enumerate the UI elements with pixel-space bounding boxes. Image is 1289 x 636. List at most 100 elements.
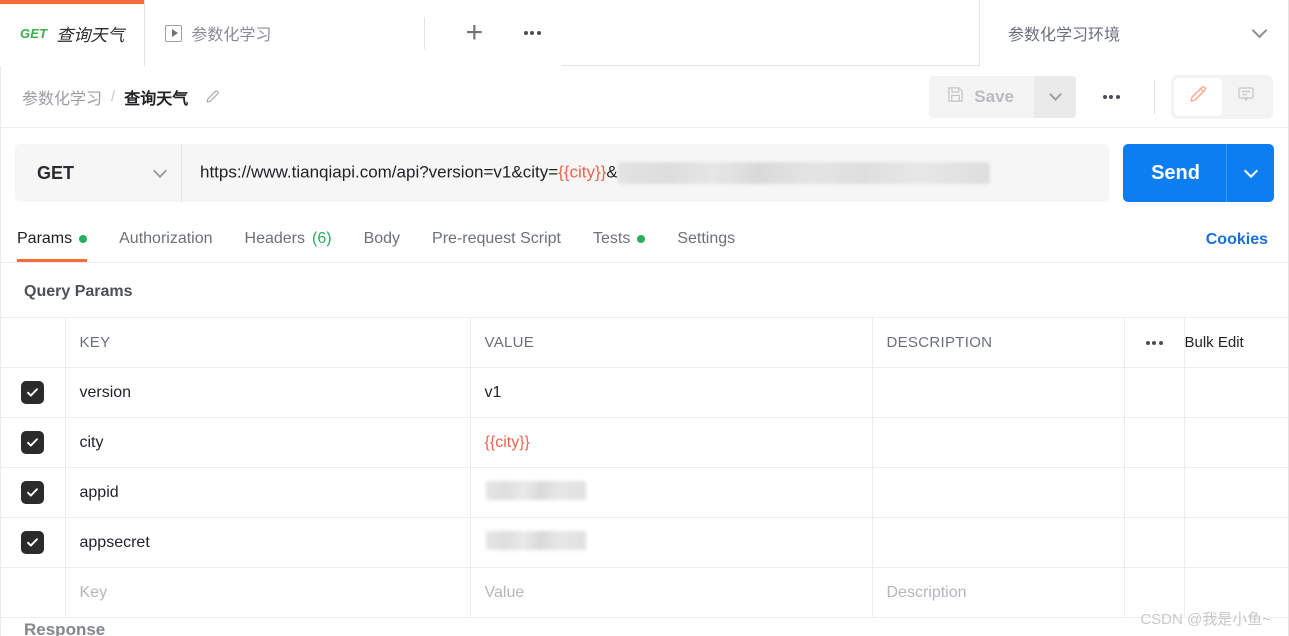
cookies-link[interactable]: Cookies xyxy=(1206,231,1274,249)
row-description[interactable] xyxy=(872,467,1125,518)
row-spacer-cell xyxy=(1184,417,1289,468)
query-params-title: Query Params xyxy=(24,283,133,300)
tab-title-label: 查询天气 xyxy=(56,25,125,45)
row-description[interactable] xyxy=(872,367,1125,418)
ellipsis-icon xyxy=(523,31,541,35)
table-row: version v1 xyxy=(0,367,1289,418)
runner-play-icon xyxy=(165,24,183,42)
tab-headers-label: Headers xyxy=(244,230,305,247)
tab-body-label: Body xyxy=(363,230,401,247)
ellipsis-icon xyxy=(1102,94,1120,99)
tab-pre-request-script-label: Pre-request Script xyxy=(432,230,561,247)
ellipsis-icon xyxy=(1125,340,1184,345)
request-tab-parameterization[interactable]: 参数化学习 xyxy=(145,0,446,66)
row-checkbox-cell[interactable] xyxy=(0,517,66,568)
row-spacer-cell xyxy=(1124,367,1185,418)
redacted-value xyxy=(485,480,586,500)
tab-authorization[interactable]: Authorization xyxy=(103,216,228,262)
table-row: appid xyxy=(0,467,1289,518)
row-value[interactable]: v1 xyxy=(470,367,873,418)
chevron-down-icon xyxy=(152,163,168,178)
bulk-edit-button[interactable]: Bulk Edit xyxy=(1184,317,1289,368)
pencil-icon xyxy=(1187,83,1209,110)
tab-strip-filler xyxy=(561,0,980,65)
row-checkbox-cell[interactable] xyxy=(0,567,66,618)
url-input[interactable]: https://www.tianqiapi.com/api?version=v1… xyxy=(181,144,1110,202)
url-suffix: & xyxy=(606,162,618,182)
save-button[interactable]: Save xyxy=(929,75,1034,118)
header-value: VALUE xyxy=(470,317,873,368)
request-tab-query-weather[interactable]: GET 查询天气 xyxy=(0,0,146,66)
row-checkbox[interactable] xyxy=(20,531,44,554)
tab-authorization-label: Authorization xyxy=(119,230,213,247)
save-options-button[interactable] xyxy=(1034,75,1076,118)
header-key: KEY xyxy=(65,317,471,368)
request-more-button[interactable] xyxy=(1084,76,1138,118)
params-modified-dot-icon xyxy=(79,235,88,243)
row-key[interactable]: appsecret xyxy=(65,517,471,568)
chevron-down-icon xyxy=(1243,163,1258,178)
table-options-button[interactable] xyxy=(1124,317,1185,368)
row-checkbox[interactable] xyxy=(20,481,44,504)
new-description-input[interactable]: Description xyxy=(872,567,1125,618)
url-bar: GET https://www.tianqiapi.com/api?versio… xyxy=(0,128,1289,217)
save-button-group: Save xyxy=(929,75,1076,118)
tab-tests-label: Tests xyxy=(592,230,631,247)
pencil-icon[interactable] xyxy=(204,88,221,105)
tab-tests[interactable]: Tests xyxy=(577,216,661,262)
environment-selector[interactable]: 参数化学习环境 xyxy=(980,0,1289,66)
row-key[interactable]: city xyxy=(65,417,471,468)
tab-title-label: 参数化学习 xyxy=(191,27,272,44)
new-key-input[interactable]: Key xyxy=(65,567,471,618)
tab-settings[interactable]: Settings xyxy=(661,216,751,262)
query-params-table: KEY VALUE DESCRIPTION Bulk Edit version … xyxy=(0,317,1289,618)
new-value-input[interactable]: Value xyxy=(470,567,873,618)
tab-pre-request-script[interactable]: Pre-request Script xyxy=(416,216,577,262)
row-description[interactable] xyxy=(872,417,1125,468)
url-text: https://www.tianqiapi.com/api?version=v1… xyxy=(200,162,990,184)
row-key[interactable]: appid xyxy=(65,467,471,518)
tab-headers-count: (6) xyxy=(312,230,332,247)
http-method-label: GET xyxy=(37,162,75,183)
view-toggle-group xyxy=(1171,74,1273,119)
tab-body[interactable]: Body xyxy=(348,216,416,262)
comments-button[interactable] xyxy=(1222,78,1270,116)
tab-headers[interactable]: Headers (6) xyxy=(229,216,348,262)
tab-params[interactable]: Params xyxy=(15,216,103,262)
chevron-down-icon xyxy=(1048,87,1062,101)
row-spacer-cell xyxy=(1124,517,1185,568)
row-key[interactable]: version xyxy=(65,367,471,418)
window-left-border xyxy=(0,66,1,636)
send-button[interactable]: Send xyxy=(1123,144,1274,202)
row-checkbox[interactable] xyxy=(20,431,44,454)
row-checkbox-cell[interactable] xyxy=(0,467,66,518)
row-checkbox-cell[interactable] xyxy=(0,367,66,418)
watermark: CSDN @我是小鱼~ xyxy=(1140,611,1271,628)
edit-view-button[interactable] xyxy=(1174,77,1222,116)
tab-options-button[interactable] xyxy=(503,0,562,66)
row-value[interactable]: {{city}} xyxy=(470,417,873,468)
table-row: appsecret xyxy=(0,517,1289,568)
row-spacer-cell xyxy=(1124,467,1185,518)
url-variable: {{city}} xyxy=(558,162,607,182)
row-checkbox-cell[interactable] xyxy=(0,417,66,468)
http-method-selector[interactable]: GET xyxy=(15,144,181,202)
row-description[interactable] xyxy=(872,517,1125,568)
save-button-label: Save xyxy=(974,86,1014,106)
table-header-row: KEY VALUE DESCRIPTION Bulk Edit xyxy=(0,317,1289,368)
url-redacted-region xyxy=(617,162,990,184)
breadcrumb-current[interactable]: 查询天气 xyxy=(124,85,188,109)
table-row: city {{city}} xyxy=(0,417,1289,468)
row-checkbox[interactable] xyxy=(20,381,44,404)
row-value[interactable] xyxy=(470,467,873,518)
tab-method-label: GET xyxy=(20,25,48,41)
new-tab-button[interactable]: + xyxy=(445,0,504,66)
url-prefix: https://www.tianqiapi.com/api?version=v1… xyxy=(200,162,559,182)
row-spacer-cell xyxy=(1184,467,1289,518)
send-options-button[interactable] xyxy=(1226,144,1274,202)
breadcrumb-separator: / xyxy=(111,88,116,105)
redacted-value xyxy=(485,530,586,550)
breadcrumb-parent[interactable]: 参数化学习 xyxy=(22,85,102,109)
comment-icon xyxy=(1235,83,1257,110)
row-value[interactable] xyxy=(470,517,873,568)
